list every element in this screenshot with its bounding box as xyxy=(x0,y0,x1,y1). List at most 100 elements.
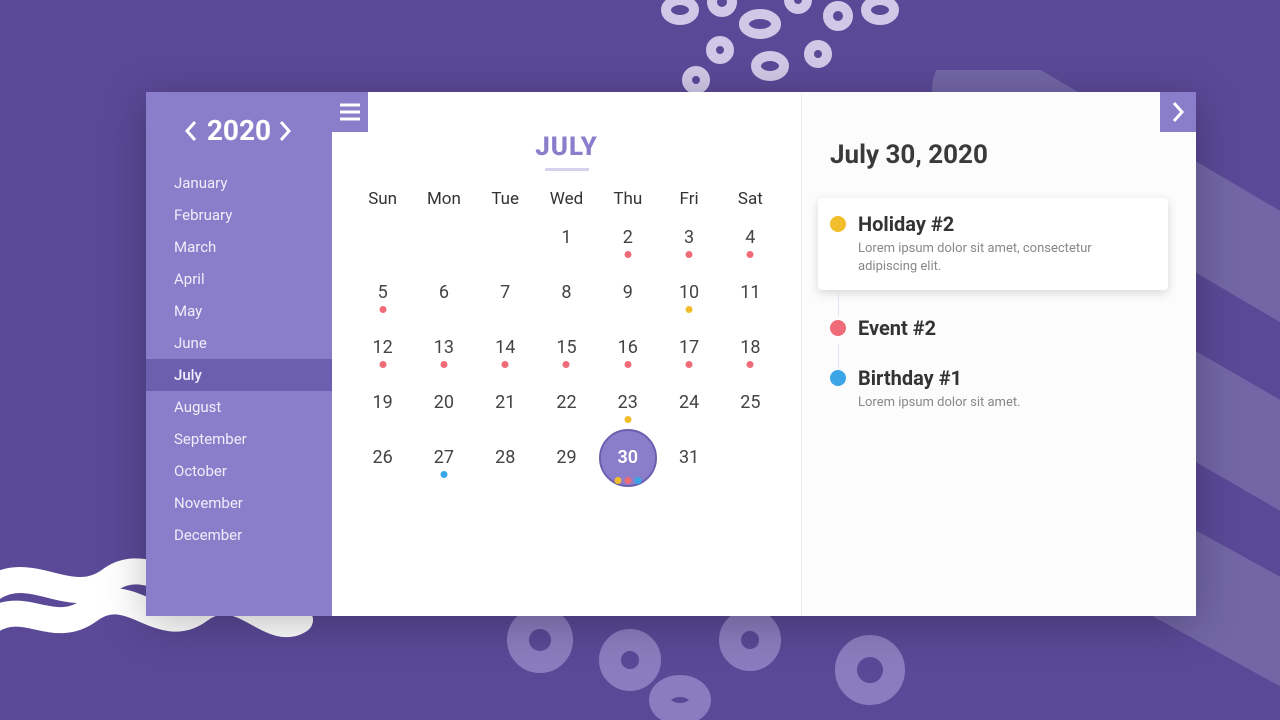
prev-year-button[interactable] xyxy=(183,117,201,145)
day-number: 25 xyxy=(740,392,760,413)
day-cell-31[interactable]: 31 xyxy=(658,447,719,468)
day-cell-12[interactable]: 12 xyxy=(352,337,413,358)
day-number: 16 xyxy=(618,337,638,358)
day-cell-empty xyxy=(413,227,474,248)
next-year-button[interactable] xyxy=(277,117,295,145)
selected-date-label: July 30, 2020 xyxy=(830,140,1168,170)
day-cell-30[interactable]: 30 xyxy=(597,447,658,468)
day-number: 1 xyxy=(561,227,571,248)
day-cell-3[interactable]: 3 xyxy=(658,227,719,248)
event-dot-icon xyxy=(686,251,693,258)
day-number: 18 xyxy=(740,337,760,358)
day-cell-21[interactable]: 21 xyxy=(475,392,536,413)
weekday-header: Sat xyxy=(720,189,781,209)
month-item-august[interactable]: August xyxy=(146,391,332,423)
day-cell-28[interactable]: 28 xyxy=(475,447,536,468)
day-number: 8 xyxy=(561,282,571,303)
day-number: 2 xyxy=(623,227,633,248)
bg-deco-dots-top xyxy=(650,0,930,100)
day-cell-13[interactable]: 13 xyxy=(413,337,474,358)
event-dots xyxy=(379,306,386,313)
day-cell-26[interactable]: 26 xyxy=(352,447,413,468)
day-cell-19[interactable]: 19 xyxy=(352,392,413,413)
day-cell-10[interactable]: 10 xyxy=(658,282,719,303)
day-number: 13 xyxy=(434,337,454,358)
day-number: 20 xyxy=(434,392,454,413)
day-cell-25[interactable]: 25 xyxy=(720,392,781,413)
day-cell-8[interactable]: 8 xyxy=(536,282,597,303)
day-cell-5[interactable]: 5 xyxy=(352,282,413,303)
event-color-dot-icon xyxy=(830,216,846,232)
day-cell-1[interactable]: 1 xyxy=(536,227,597,248)
event-dots xyxy=(686,306,693,313)
day-cell-18[interactable]: 18 xyxy=(720,337,781,358)
month-item-march[interactable]: March xyxy=(146,231,332,263)
day-cell-27[interactable]: 27 xyxy=(413,447,474,468)
event-dot-icon xyxy=(634,477,641,484)
event-dot-icon xyxy=(440,361,447,368)
day-cell-23[interactable]: 23 xyxy=(597,392,658,413)
month-item-april[interactable]: April xyxy=(146,263,332,295)
day-cell-29[interactable]: 29 xyxy=(536,447,597,468)
event-dot-icon xyxy=(440,471,447,478)
day-cell-15[interactable]: 15 xyxy=(536,337,597,358)
event-dots xyxy=(624,251,631,258)
bg-deco-dots-bottom xyxy=(480,600,940,720)
weekday-header-row: SunMonTueWedThuFriSat xyxy=(352,189,781,209)
day-number: 17 xyxy=(679,337,699,358)
day-cell-7[interactable]: 7 xyxy=(475,282,536,303)
day-number: 15 xyxy=(556,337,576,358)
day-number: 30 xyxy=(617,447,638,468)
event-dots xyxy=(379,361,386,368)
month-item-february[interactable]: February xyxy=(146,199,332,231)
weekday-header: Fri xyxy=(658,189,719,209)
day-cell-16[interactable]: 16 xyxy=(597,337,658,358)
event-dot-icon xyxy=(502,361,509,368)
event-dots xyxy=(440,361,447,368)
day-cell-4[interactable]: 4 xyxy=(720,227,781,248)
event-item[interactable]: Birthday #1Lorem ipsum dolor sit amet. xyxy=(830,366,1168,412)
calendar-app: 2020 JanuaryFebruaryMarchAprilMayJuneJul… xyxy=(146,92,1196,616)
day-number: 29 xyxy=(556,447,576,468)
day-cell-17[interactable]: 17 xyxy=(658,337,719,358)
day-cell-9[interactable]: 9 xyxy=(597,282,658,303)
event-dots xyxy=(747,361,754,368)
month-list: JanuaryFebruaryMarchAprilMayJuneJulyAugu… xyxy=(146,167,332,551)
weekday-header: Tue xyxy=(475,189,536,209)
event-title: Holiday #2 xyxy=(858,212,1152,236)
event-item[interactable]: Event #2 xyxy=(830,316,1168,340)
day-number: 28 xyxy=(495,447,515,468)
event-dots xyxy=(440,471,447,478)
day-cell-20[interactable]: 20 xyxy=(413,392,474,413)
day-cell-14[interactable]: 14 xyxy=(475,337,536,358)
month-item-june[interactable]: June xyxy=(146,327,332,359)
month-item-september[interactable]: September xyxy=(146,423,332,455)
month-item-january[interactable]: January xyxy=(146,167,332,199)
month-item-july[interactable]: July xyxy=(146,359,332,391)
event-item[interactable]: Holiday #2 Lorem ipsum dolor sit amet, co… xyxy=(818,198,1168,290)
day-cell-2[interactable]: 2 xyxy=(597,227,658,248)
day-cell-6[interactable]: 6 xyxy=(413,282,474,303)
day-number: 19 xyxy=(373,392,393,413)
month-item-october[interactable]: October xyxy=(146,455,332,487)
day-cell-24[interactable]: 24 xyxy=(658,392,719,413)
event-dots xyxy=(624,361,631,368)
month-item-november[interactable]: November xyxy=(146,487,332,519)
event-title: Event #2 xyxy=(858,316,1168,340)
event-dots xyxy=(686,251,693,258)
days-grid: 1234567891011121314151617181920212223242… xyxy=(352,227,781,468)
weekday-header: Thu xyxy=(597,189,658,209)
month-item-december[interactable]: December xyxy=(146,519,332,551)
event-color-dot-icon xyxy=(830,370,846,386)
event-dots xyxy=(614,477,641,484)
weekday-header: Mon xyxy=(413,189,474,209)
menu-toggle-button[interactable] xyxy=(332,92,368,132)
day-number: 22 xyxy=(556,392,576,413)
event-desc: Lorem ipsum dolor sit amet, consectetur … xyxy=(858,240,1108,276)
day-cell-11[interactable]: 11 xyxy=(720,282,781,303)
next-panel-button[interactable] xyxy=(1160,92,1196,132)
year-nav: 2020 xyxy=(146,114,332,157)
event-dot-icon xyxy=(686,361,693,368)
month-item-may[interactable]: May xyxy=(146,295,332,327)
day-cell-22[interactable]: 22 xyxy=(536,392,597,413)
